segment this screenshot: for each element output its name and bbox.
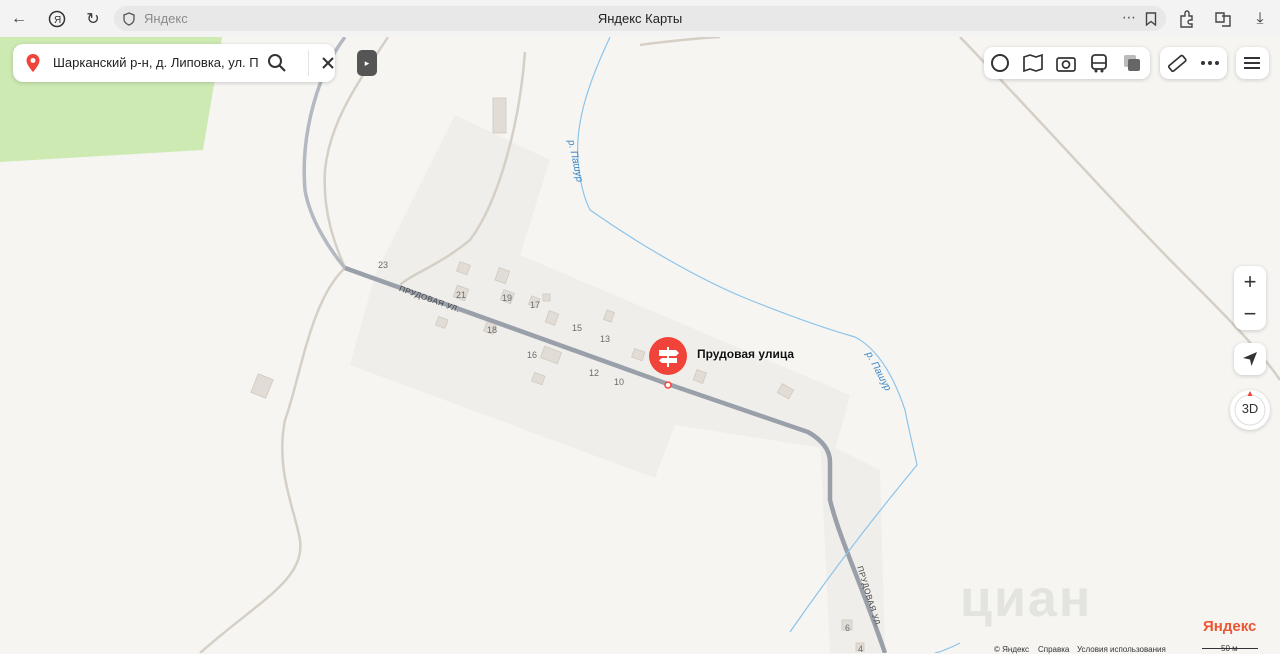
- house-number: 17: [530, 300, 541, 310]
- house-number: 19: [502, 293, 513, 303]
- menu-icon: [1244, 57, 1260, 69]
- divider: [308, 50, 309, 76]
- search-icon[interactable]: [266, 52, 288, 74]
- svg-text:Я: Я: [54, 15, 61, 26]
- search-panel: Шарканский р-н, д. Липовка, ул. Прудовая: [13, 44, 335, 82]
- photo-icon[interactable]: [1055, 52, 1077, 74]
- search-input[interactable]: Шарканский р-н, д. Липовка, ул. Прудовая: [53, 55, 258, 70]
- back-icon[interactable]: ←: [8, 8, 30, 30]
- zoom-in-button[interactable]: +: [1234, 266, 1266, 298]
- page-title: Яндекс Карты: [597, 11, 683, 26]
- download-icon[interactable]: ⤓: [1249, 8, 1271, 30]
- reload-icon[interactable]: ↻: [82, 8, 104, 30]
- geolocation-button[interactable]: [1234, 343, 1266, 375]
- house-number: 12: [589, 368, 600, 378]
- house-number: 13: [600, 334, 611, 344]
- menu-button[interactable]: [1236, 47, 1269, 79]
- address-bar[interactable]: Яндекс Яндекс Карты ⋯: [114, 6, 1166, 31]
- zoom-controls: + −: [1234, 266, 1266, 330]
- bus-icon[interactable]: [1088, 52, 1110, 74]
- extensions-icon[interactable]: [1176, 8, 1198, 30]
- layers-icon[interactable]: [1121, 52, 1143, 74]
- scale-label: 50 м: [1221, 644, 1238, 653]
- yandex-logo[interactable]: Яндекс: [1203, 618, 1256, 635]
- browser-toolbar: ← Я ↻ Яндекс Яндекс Карты ⋯ ⤓: [0, 0, 1280, 38]
- house-number: 15: [572, 323, 583, 333]
- map-canvas[interactable]: ПРУДОВАЯ УЛ. ПРУДОВАЯ УЛ. р. Пашур р. Па…: [0, 37, 1280, 654]
- more-icon[interactable]: ⋯: [1122, 9, 1136, 26]
- zoom-out-button[interactable]: −: [1234, 298, 1266, 330]
- tools-toolbar: [1160, 47, 1227, 79]
- navigation-arrow-icon: [1243, 352, 1257, 366]
- house-number: 21: [456, 290, 467, 300]
- house-number: 10: [614, 377, 625, 387]
- bookmark-icon[interactable]: [1145, 12, 1157, 26]
- collapse-panel-button[interactable]: ▸: [357, 50, 377, 76]
- 3d-button[interactable]: 3D: [1230, 390, 1270, 430]
- map-layer: [0, 37, 1280, 653]
- pin-label[interactable]: Прудовая улица: [697, 347, 794, 361]
- house-number: 16: [527, 350, 538, 360]
- building: [492, 97, 507, 134]
- location-pin-icon: [26, 54, 40, 72]
- house-number: 23: [378, 260, 389, 270]
- translate-icon[interactable]: [1212, 8, 1234, 30]
- close-icon[interactable]: [317, 52, 339, 74]
- watermark: циан: [960, 570, 1093, 628]
- yandex-browser-icon[interactable]: Я: [46, 8, 68, 30]
- traffic-icon[interactable]: [989, 52, 1011, 74]
- more-icon[interactable]: [1199, 52, 1221, 74]
- house-number: 18: [487, 325, 498, 335]
- ruler-icon[interactable]: [1166, 52, 1188, 74]
- house-number: 6: [845, 623, 851, 633]
- panorama-map-icon[interactable]: [1022, 52, 1044, 74]
- 3d-label: 3D: [1241, 401, 1259, 416]
- layers-toolbar: [984, 47, 1150, 79]
